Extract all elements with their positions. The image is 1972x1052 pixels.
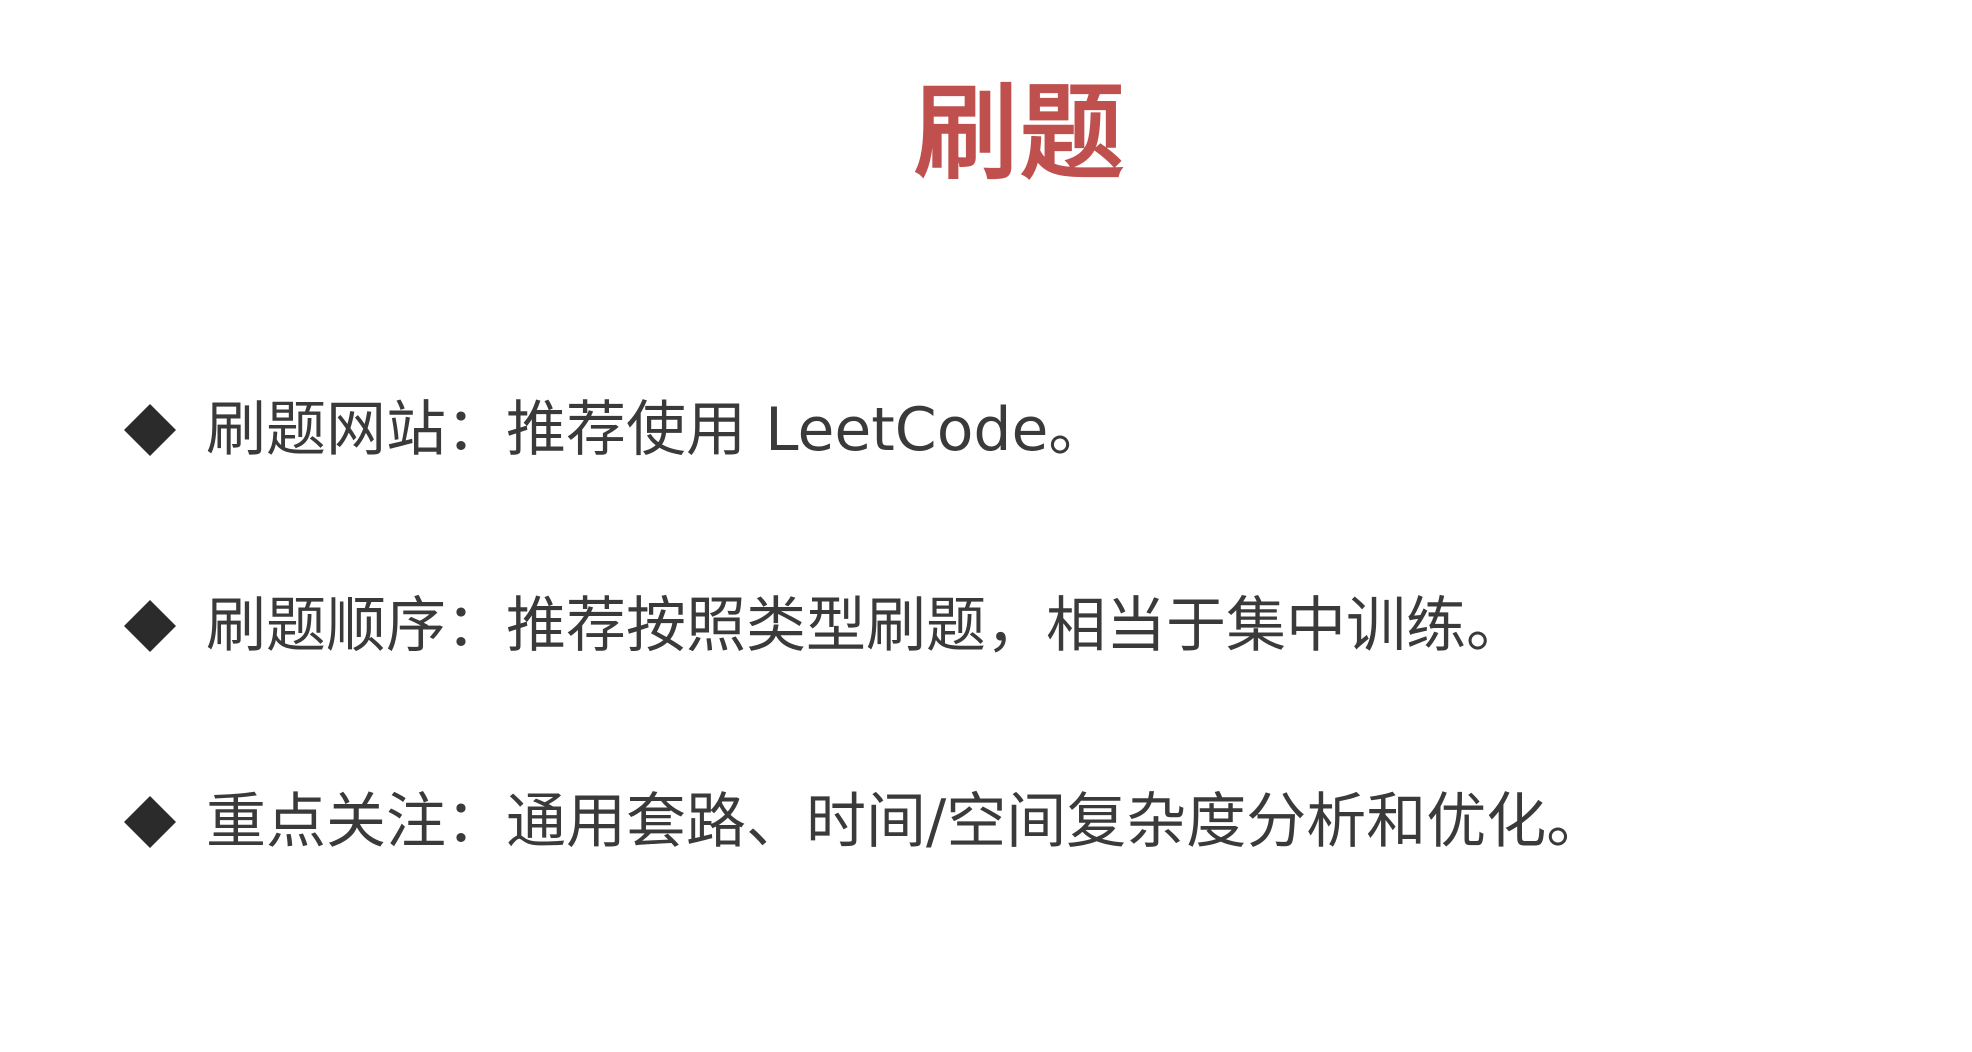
list-item: 刷题顺序：推荐按照类型刷题，相当于集中训练。 xyxy=(122,591,1922,661)
bullet-text: 重点关注：通用套路、时间/空间复杂度分析和优化。 xyxy=(206,787,1607,857)
diamond-icon xyxy=(122,402,178,458)
diamond-icon xyxy=(122,794,178,850)
bullet-list: 刷题网站：推荐使用 LeetCode。 刷题顺序：推荐按照类型刷题，相当于集中训… xyxy=(122,395,1922,857)
bullet-text: 刷题网站：推荐使用 LeetCode。 xyxy=(206,395,1109,465)
bullet-text: 刷题顺序：推荐按照类型刷题，相当于集中训练。 xyxy=(206,591,1526,661)
diamond-icon xyxy=(122,598,178,654)
slide-title: 刷题 xyxy=(913,72,1126,194)
list-item: 刷题网站：推荐使用 LeetCode。 xyxy=(122,395,1922,465)
slide: 刷题 刷题网站：推荐使用 LeetCode。 刷题顺序：推荐按照类型刷题，相当于… xyxy=(0,0,1972,1052)
list-item: 重点关注：通用套路、时间/空间复杂度分析和优化。 xyxy=(122,787,1922,857)
